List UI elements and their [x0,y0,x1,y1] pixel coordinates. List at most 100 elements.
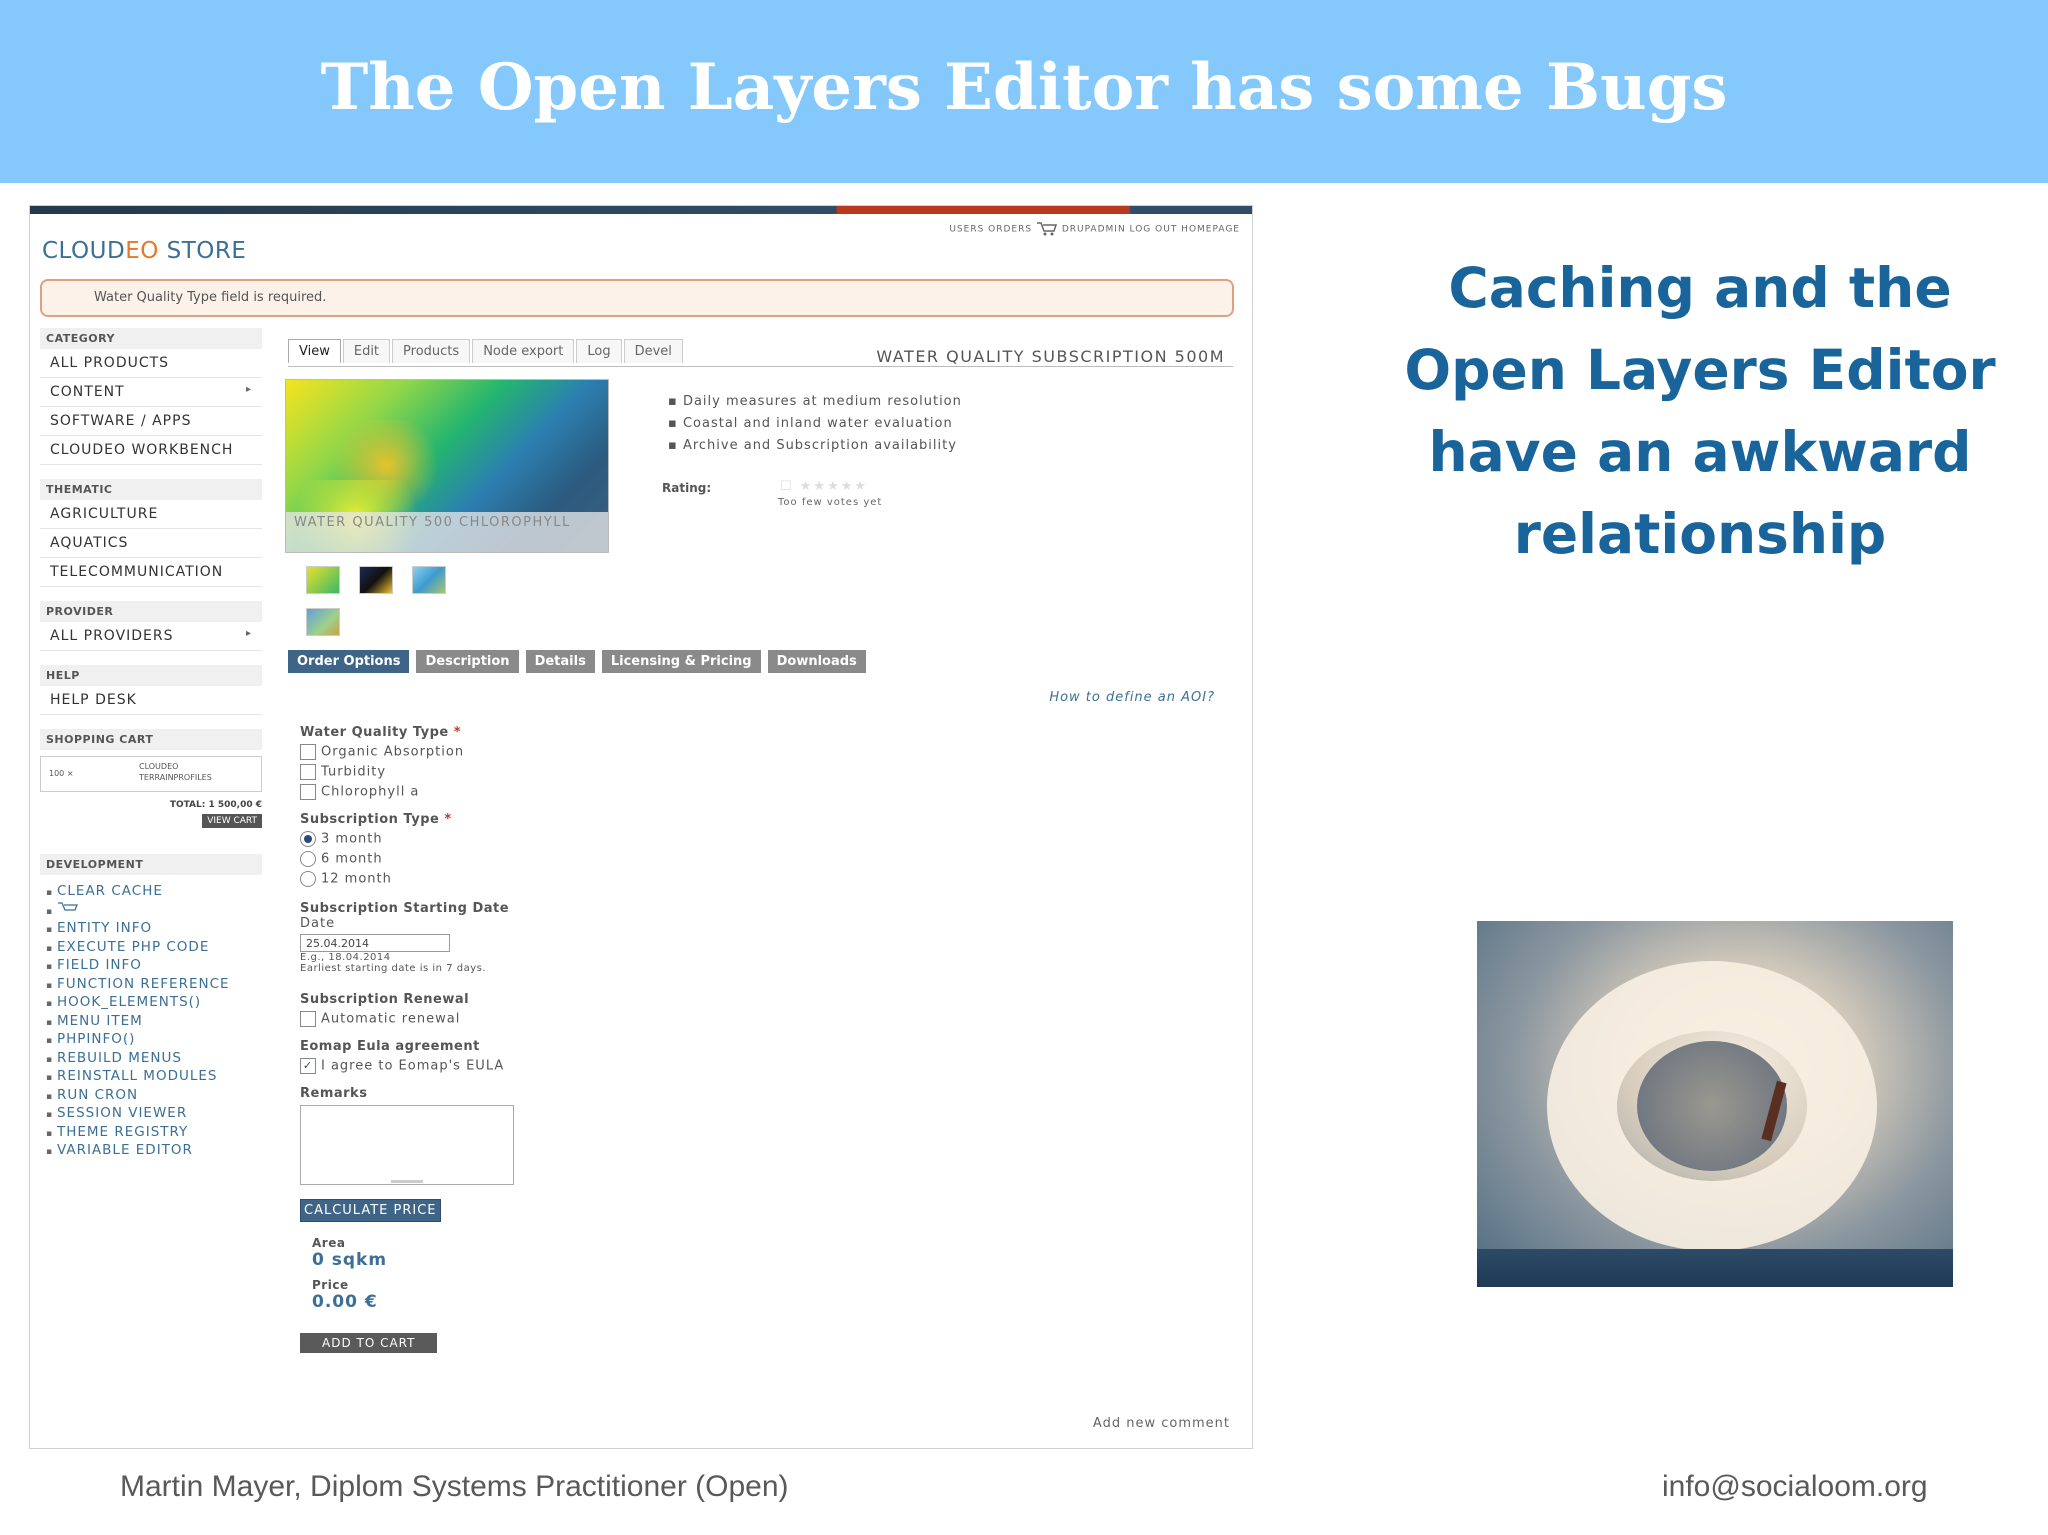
feature-item: ▪ Coastal and inland water evaluation [668,416,953,431]
option-label: 6 month [321,851,383,867]
tab-log[interactable]: Log [576,339,622,363]
cart-icon[interactable] [1036,222,1058,236]
option-label: Chlorophyll a [321,784,420,800]
thumbnail[interactable] [412,566,446,594]
dev-link-session-viewer[interactable]: SESSION VIEWER [46,1105,262,1124]
date-sub-label: Date [300,916,336,931]
store-logo[interactable]: CLOUDEO STORE [42,238,246,264]
remarks-textarea[interactable] [300,1105,514,1185]
tab-products[interactable]: Products [392,339,471,363]
renewal-label: Subscription Renewal [300,992,470,1007]
smoke-center [1637,1041,1787,1171]
add-comment-link[interactable]: Add new comment [1093,1416,1230,1431]
nav-item-agriculture[interactable]: AGRICULTURE [40,500,262,529]
cart-total: TOTAL: 1 500,00 € [169,800,262,810]
subtab-order-options[interactable]: Order Options [288,650,410,673]
radio-12-month[interactable]: 12 month [300,871,800,887]
nav-item-all-providers[interactable]: ALL PROVIDERS ▸ [40,622,262,651]
subtab-licensing-pricing[interactable]: Licensing & Pricing [601,650,761,673]
dev-link-reinstall-modules[interactable]: REINSTALL MODULES [46,1068,262,1087]
side-heading: Caching and the Open Layers Editor have … [1404,256,1996,566]
nav-item-aquatics[interactable]: AQUATICS [40,529,262,558]
checkbox-chlorophyll[interactable]: Chlorophyll a [300,784,800,800]
nav-item-cloudeo-workbench[interactable]: CLOUDEO WORKBENCH [40,436,262,465]
radio-icon[interactable] [300,851,316,867]
subscription-type-label-text: Subscription Type [300,812,440,827]
tab-node-export[interactable]: Node export [472,339,575,363]
footer-email: info@socialoom.org [1662,1470,1928,1503]
missile-smoke-ring-photo [1477,921,1953,1287]
subtab-details[interactable]: Details [525,650,595,673]
image-caption: WATER QUALITY 500 CHLOROPHYLL [294,515,571,530]
dev-link-clear-cache[interactable]: CLEAR CACHE [46,883,262,902]
thumbnail[interactable] [359,566,393,594]
dev-link-hook-elements[interactable]: HOOK_ELEMENTS() [46,994,262,1013]
top-links-right[interactable]: DRUPADMIN LOG OUT HOMEPAGE [1062,225,1240,235]
nav-item-software-apps[interactable]: SOFTWARE / APPS [40,407,262,436]
view-cart-button[interactable]: VIEW CART [202,814,262,828]
logo-part-cloud: CLOUD [42,238,126,264]
radio-icon[interactable] [300,871,316,887]
dev-link-function-reference[interactable]: FUNCTION REFERENCE [46,976,262,995]
dev-link-execute-php[interactable]: EXECUTE PHP CODE [46,939,262,958]
tab-view[interactable]: View [288,339,341,363]
radio-3-month[interactable]: 3 month [300,831,800,847]
product-image[interactable]: WATER QUALITY 500 CHLOROPHYLL [285,379,609,553]
site-top-bar [30,206,1252,214]
checkbox-icon[interactable] [300,764,316,780]
top-links[interactable]: USERS ORDERS DRUPADMIN LOG OUT HOMEPAGE [949,222,1240,236]
dev-link-field-info[interactable]: FIELD INFO [46,957,262,976]
nav-item-telecommunication[interactable]: TELECOMMUNICATION [40,558,262,587]
logo-part-store: STORE [158,238,247,264]
checkbox-eula[interactable]: ✓ I agree to Eomap's EULA [300,1058,800,1074]
cart-line-item: 100 × CLOUDEO TERRAINPROFILES [40,756,262,792]
dev-link-theme-registry[interactable]: THEME REGISTRY [46,1124,262,1143]
add-to-cart-button[interactable]: ADD TO CART [300,1333,438,1353]
option-label: I agree to Eomap's EULA [321,1058,505,1074]
subtab-downloads[interactable]: Downloads [767,650,866,673]
top-links-left[interactable]: USERS ORDERS [949,225,1032,235]
dev-link-variable-editor[interactable]: VARIABLE EDITOR [46,1142,262,1161]
eula-label: Eomap Eula agreement [300,1039,480,1054]
nav-item-content[interactable]: CONTENT ▸ [40,378,262,407]
image-thumbnails [306,566,466,650]
tab-edit[interactable]: Edit [342,339,391,363]
nav-item-help-desk[interactable]: HELP DESK [40,686,262,715]
checkbox-organic-absorption[interactable]: Organic Absorption [300,744,800,760]
nav-item-content-label: CONTENT [50,384,125,400]
checkbox-icon[interactable] [300,784,316,800]
store-screenshot: CLOUDEO STORE USERS ORDERS DRUPADMIN LOG… [29,205,1253,1449]
checkbox-checked-icon[interactable]: ✓ [300,1058,316,1074]
cart-product-name[interactable]: CLOUDEO TERRAINPROFILES [139,761,239,783]
subtab-description[interactable]: Description [416,650,519,673]
product-title: WATER QUALITY SUBSCRIPTION 500M [876,347,1225,366]
error-message: Water Quality Type field is required. [40,279,1234,317]
thumbnail[interactable] [306,608,340,636]
tab-devel[interactable]: Devel [623,339,683,363]
dev-link-menu-item[interactable]: MENU ITEM [46,1013,262,1032]
radio-selected-icon[interactable] [300,831,316,847]
dev-link-entity-info[interactable]: ENTITY INFO [46,920,262,939]
required-marker: * [453,725,462,740]
aoi-help-link[interactable]: How to define an AOI? [1049,690,1215,705]
dev-link-phpinfo[interactable]: PHPINFO() [46,1031,262,1050]
thumbnail[interactable] [306,566,340,594]
dev-link-rebuild-menus[interactable]: REBUILD MENUS [46,1050,262,1069]
nav-section-shopping-cart: SHOPPING CART [40,729,262,750]
left-sidebar: CATEGORY ALL PRODUCTS CONTENT ▸ SOFTWARE … [40,324,262,1161]
nav-item-all-products[interactable]: ALL PRODUCTS [40,349,262,378]
checkbox-turbidity[interactable]: Turbidity [300,764,800,780]
calculate-price-button[interactable]: CALCULATE PRICE [300,1199,441,1222]
start-date-input[interactable]: 25.04.2014 [300,934,450,952]
checkbox-icon[interactable] [300,744,316,760]
dev-link-run-cron[interactable]: RUN CRON [46,1087,262,1106]
title-banner: The Open Layers Editor has some Bugs [0,0,2048,183]
feature-text: Archive and Subscription availability [682,438,957,453]
date-example-hint: E.g., 18.04.2014 [300,952,391,963]
rating-stars[interactable]: ☐ ★★★★★ [780,479,868,494]
water-quality-label-text: Water Quality Type [300,725,449,740]
checkbox-automatic-renewal[interactable]: Automatic renewal [300,1011,800,1027]
radio-6-month[interactable]: 6 month [300,851,800,867]
checkbox-icon[interactable] [300,1011,316,1027]
dev-link-cart-icon[interactable] [46,901,262,921]
